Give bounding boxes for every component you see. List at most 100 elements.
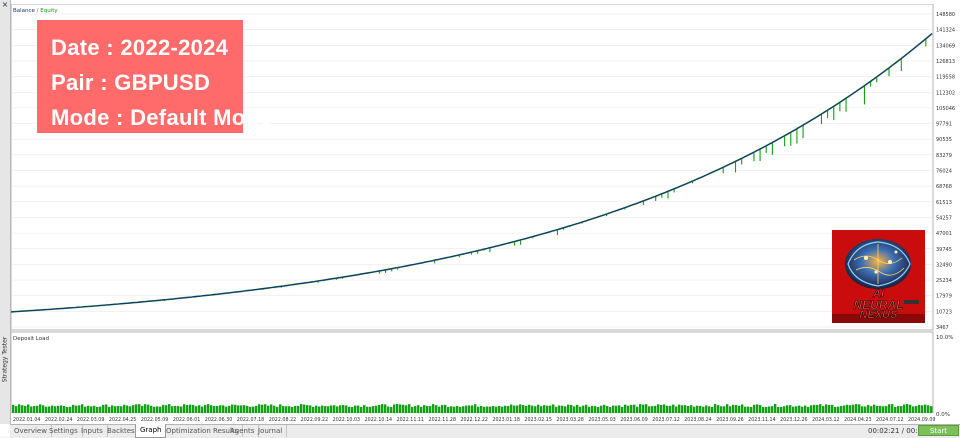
deposit-load-bar (741, 404, 744, 413)
deposit-load-bar (603, 404, 606, 413)
deposit-load-bar (345, 405, 348, 413)
deposit-load-bar (774, 404, 777, 413)
deposit-load-bar (909, 404, 912, 413)
backtest-info-box: Date : 2022-2024 Pair : GBPUSD Mode : De… (37, 20, 272, 133)
deposit-load-bar (189, 404, 192, 413)
deposit-load-bar (609, 406, 612, 413)
strategy-tester-window: × Strategy Tester 148580 141324 134069 1268… (0, 0, 960, 438)
deposit-load-bar (717, 405, 720, 413)
deposit-load-top-label: 10.0% (936, 335, 953, 341)
deposit-load-bar (270, 404, 273, 413)
deposit-load-bar (813, 404, 816, 413)
y-tick-label: 17979 (936, 294, 952, 300)
deposit-load-bar (702, 406, 705, 413)
deposit-load-bar (747, 406, 750, 413)
x-tick-label: 2023.01.18 (492, 417, 519, 423)
deposit-load-bar (129, 406, 132, 413)
deposit-load-bar (624, 404, 627, 413)
y-tick-label: 119558 (936, 75, 955, 81)
deposit-load-bar (750, 406, 753, 413)
sidebar-title: Strategy Tester (1, 336, 9, 383)
start-button[interactable]: Start (918, 425, 959, 436)
deposit-load-bar (111, 405, 114, 413)
deposit-load-bar (33, 405, 36, 413)
x-tick-label: 2024.07.12 (876, 417, 903, 423)
deposit-load-bar (513, 405, 516, 413)
deposit-load-bar (669, 405, 672, 413)
close-icon[interactable]: × (1, 1, 9, 9)
deposit-load-bar (288, 406, 291, 413)
deposit-load-bar (384, 404, 387, 413)
deposit-load-bar (378, 404, 381, 413)
deposit-load-bar (198, 405, 201, 413)
deposit-load-bar (498, 406, 501, 413)
deposit-load-bar (186, 405, 189, 413)
deposit-load-bar (354, 405, 357, 413)
deposit-load-bar (180, 406, 183, 413)
deposit-load-bar (849, 405, 852, 413)
deposit-load-bar (642, 404, 645, 413)
deposit-load-bar (522, 404, 525, 413)
x-tick-label: 2024.04.23 (844, 417, 871, 423)
deposit-load-bar (423, 405, 426, 413)
balance-y-axis: 148580 141324 134069 126813 119558 112302 1050… (936, 12, 955, 331)
deposit-load-bar (768, 406, 771, 413)
deposit-load-bar (789, 405, 792, 413)
deposit-load-bar (540, 406, 543, 413)
tab-journal[interactable]: Journal (254, 425, 288, 437)
deposit-load-bar (771, 406, 774, 413)
deposit-load-bar (168, 404, 171, 413)
deposit-load-bar (816, 404, 819, 413)
deposit-load-bar (555, 406, 558, 413)
deposit-load-bar (336, 406, 339, 413)
deposit-load-bar (156, 406, 159, 413)
deposit-load-bar (534, 406, 537, 413)
deposit-load-bar (252, 406, 255, 413)
info-mode: Mode : Default Mode (51, 105, 272, 130)
deposit-load-bar (468, 405, 471, 413)
deposit-load-bar (90, 406, 93, 413)
y-tick-label: 54257 (936, 215, 952, 221)
deposit-load-bar (531, 405, 534, 413)
deposit-load-bar (825, 404, 828, 413)
deposit-load-bar (738, 405, 741, 413)
deposit-load-bar (615, 405, 618, 413)
deposit-load-bar (417, 405, 420, 413)
deposit-load-bar (495, 406, 498, 413)
deposit-load-bar (147, 404, 150, 413)
deposit-load-bar (171, 406, 174, 413)
deposit-load-bar (561, 405, 564, 413)
deposit-load-bar (339, 405, 342, 413)
deposit-load-bar (879, 405, 882, 413)
deposit-load-bar (432, 404, 435, 413)
deposit-load-bar (840, 406, 843, 413)
deposit-load-bar (912, 406, 915, 413)
deposit-load-bar (675, 406, 678, 413)
deposit-load-bar (126, 405, 129, 413)
deposit-load-bar (735, 405, 738, 413)
x-tick-label: 2022.10.14 (365, 417, 392, 423)
deposit-load-bar (579, 406, 582, 413)
deposit-load-bar (681, 405, 684, 413)
deposit-load-bar (483, 406, 486, 413)
deposit-load-bar (915, 405, 918, 413)
x-tick-label: 2023.06.09 (620, 417, 647, 423)
deposit-load-bar (777, 406, 780, 413)
deposit-load-bar (876, 405, 879, 413)
deposit-load-bar (204, 404, 207, 413)
y-tick-label: 105046 (936, 106, 955, 112)
deposit-load-bar (303, 404, 306, 413)
deposit-load-bar (117, 405, 120, 413)
deposit-load-bar (507, 406, 510, 413)
x-tick-label: 2022.10.03 (333, 417, 360, 423)
deposit-load-bar (372, 406, 375, 413)
deposit-load-bar (780, 406, 783, 413)
deposit-load-bar (861, 406, 864, 413)
deposit-load-bar (891, 404, 894, 413)
deposit-load-bar (666, 405, 669, 413)
deposit-load-bar (645, 404, 648, 413)
y-tick-label: 61513 (936, 200, 952, 206)
deposit-load-bar (342, 405, 345, 413)
deposit-load-bar (897, 406, 900, 413)
deposit-load-bar (285, 406, 288, 413)
